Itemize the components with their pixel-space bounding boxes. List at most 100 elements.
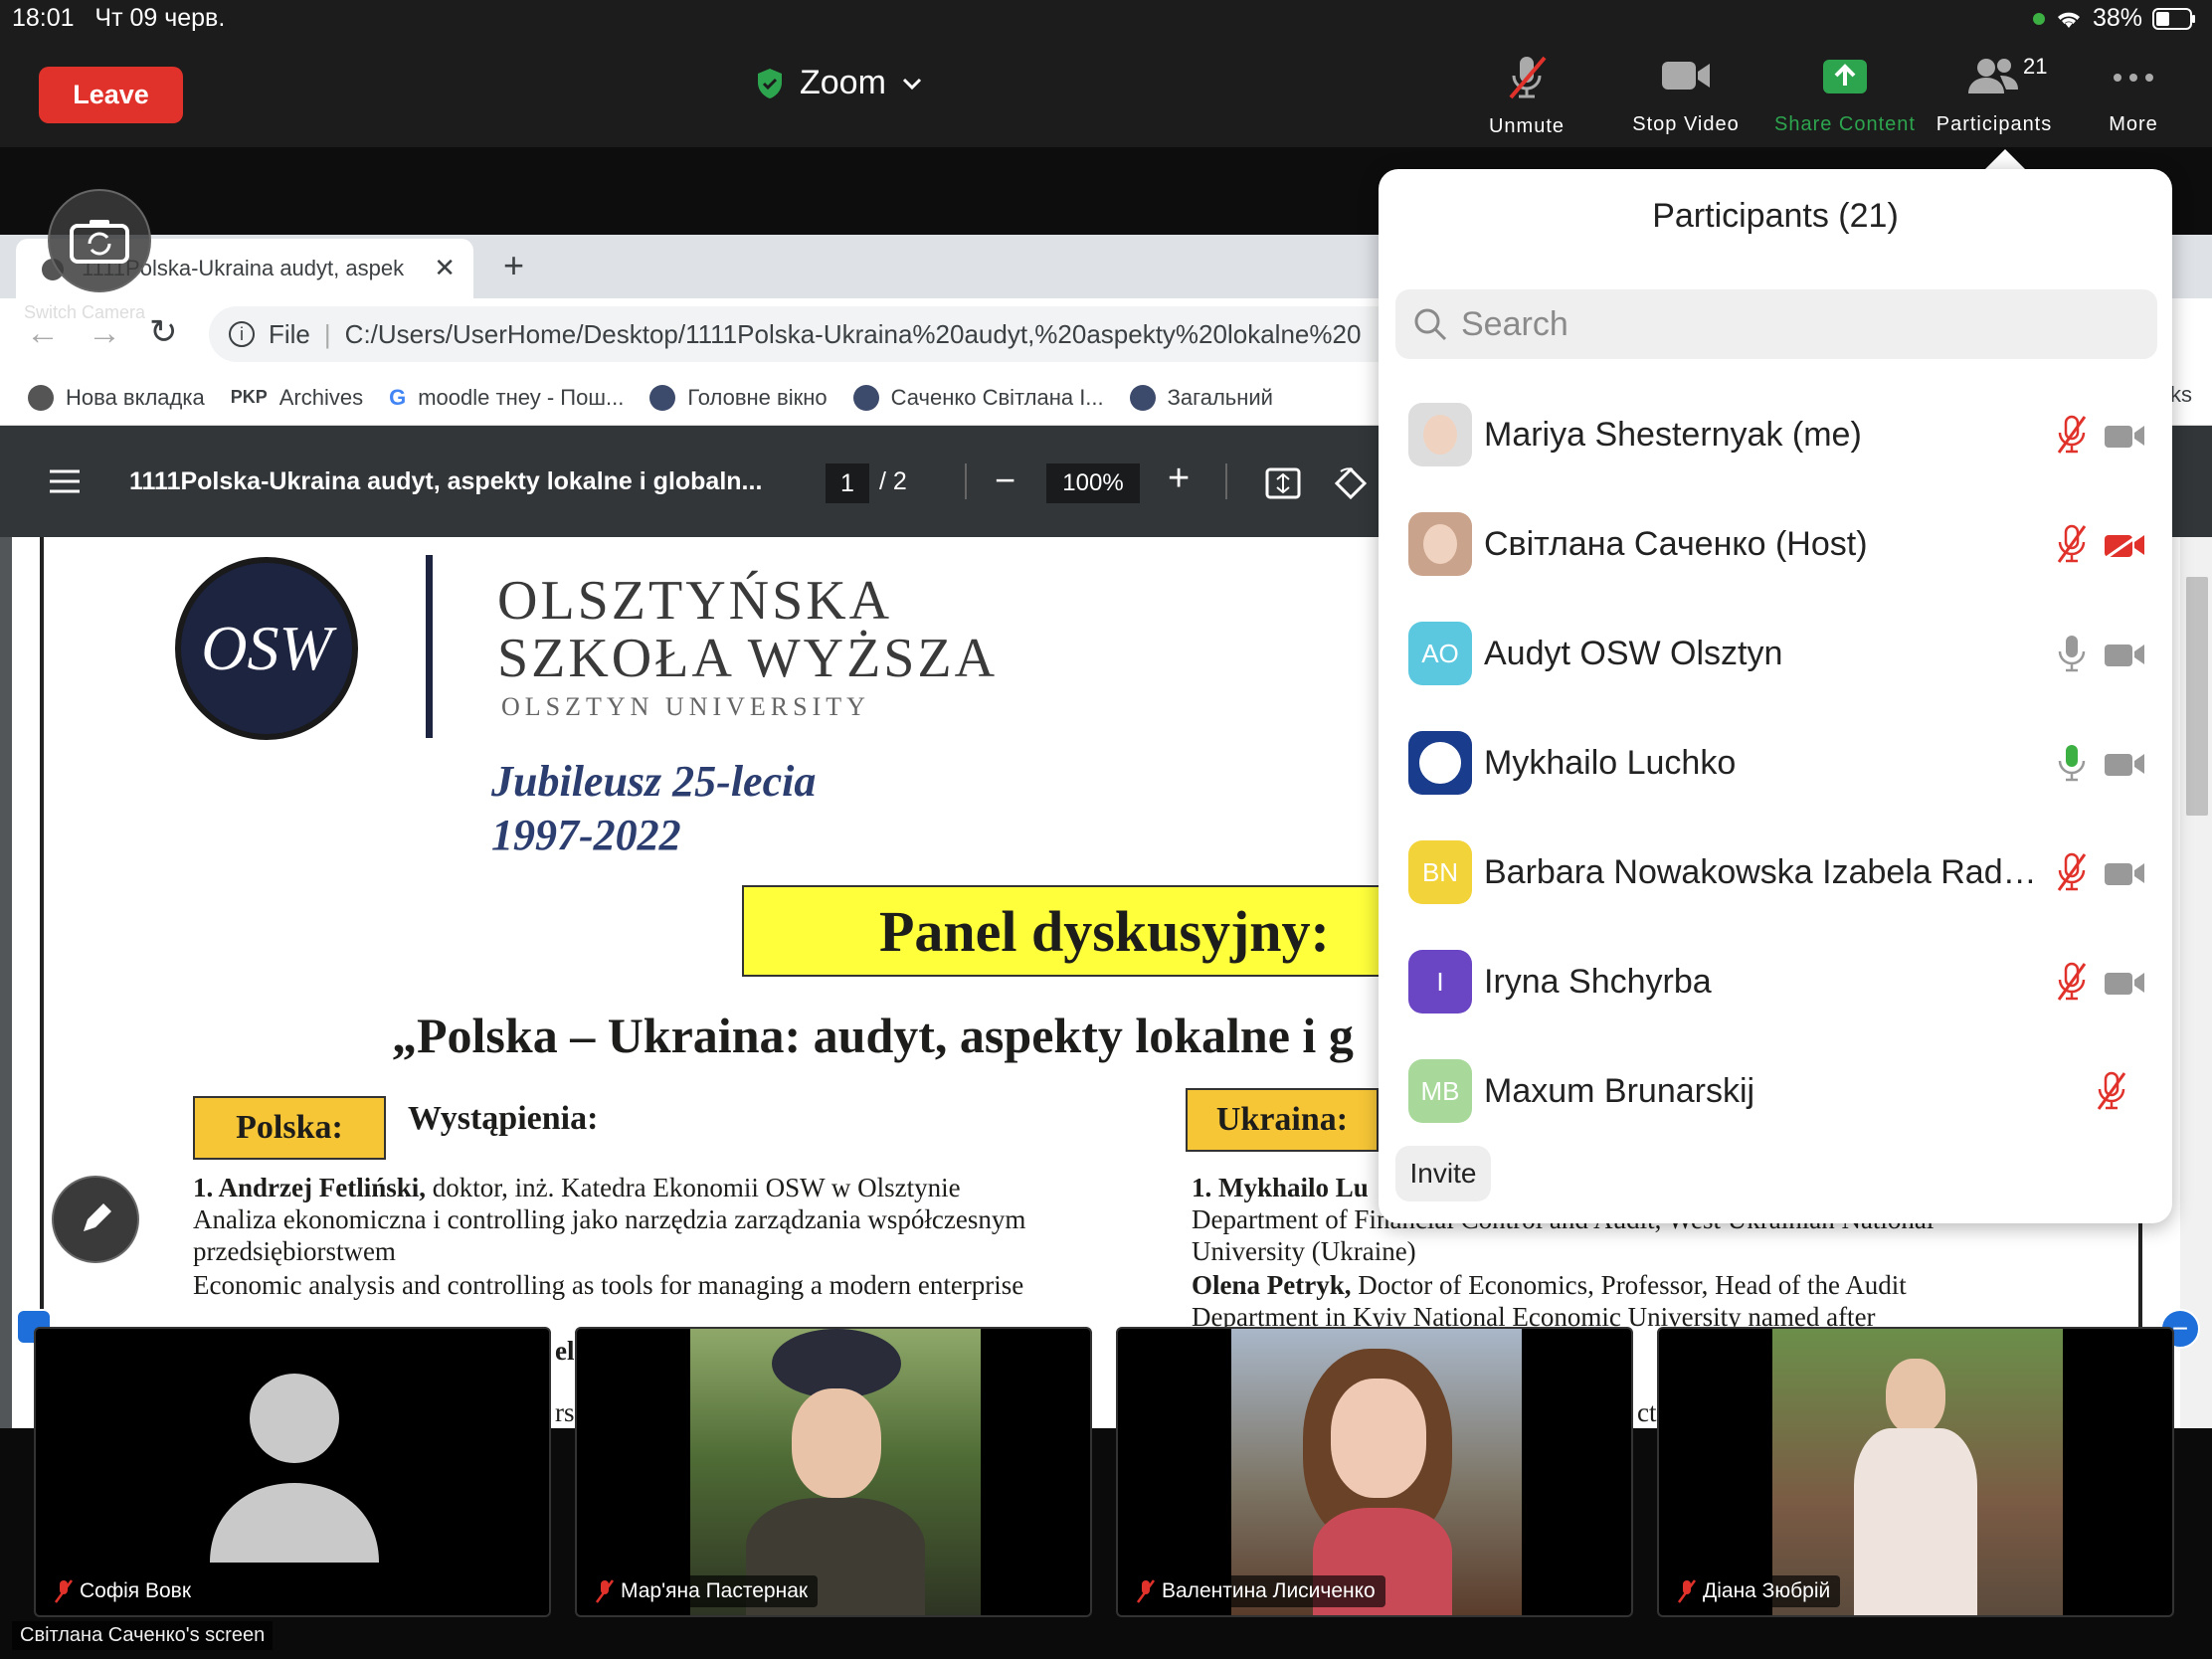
mic-muted-icon[interactable] bbox=[2095, 1071, 2128, 1111]
pl-speaker-1-affil: doktor, inż. Katedra Ekonomii OSW w Olsz… bbox=[426, 1173, 961, 1202]
pl-speaker-1-name: 1. Andrzej Fetliński, bbox=[193, 1173, 426, 1202]
bookmark-archives[interactable]: PKP Archives bbox=[231, 385, 363, 411]
invite-button[interactable]: Invite bbox=[1395, 1146, 1491, 1201]
video-tile[interactable]: Валентина Лисиченко bbox=[1116, 1327, 1633, 1617]
osw-logo-text: OSW bbox=[201, 613, 332, 683]
participant-avatar: I bbox=[1408, 950, 1472, 1014]
mic-muted-icon[interactable] bbox=[2055, 962, 2089, 1002]
participant-avatar: BN bbox=[1408, 840, 1472, 904]
more-dots-icon bbox=[2110, 54, 2157, 97]
participant-name: Mariya Shesternyak (me) bbox=[1484, 416, 1862, 454]
video-camera-icon[interactable] bbox=[2103, 967, 2146, 999]
video-tile[interactable]: Мар'яна Пастернак bbox=[575, 1327, 1092, 1617]
bookmark-label: Загальний bbox=[1167, 384, 1273, 410]
uni-name-line2: SZKOŁA WYŻSZA bbox=[497, 628, 999, 689]
video-camera-icon[interactable] bbox=[2103, 857, 2146, 889]
bookmark-new-tab[interactable]: Нова вкладка bbox=[28, 384, 205, 411]
zoom-level-input[interactable]: 100% bbox=[1046, 463, 1140, 503]
zoom-out-icon[interactable]: − bbox=[995, 460, 1015, 501]
mic-muted-icon[interactable] bbox=[2055, 852, 2089, 892]
participants-search-input[interactable]: Search bbox=[1395, 289, 2157, 359]
annotate-button[interactable] bbox=[52, 1176, 139, 1263]
zoom-in-icon[interactable]: + bbox=[1168, 458, 1190, 500]
mic-muted-icon[interactable] bbox=[2055, 524, 2089, 564]
logo-divider bbox=[426, 555, 433, 738]
page-number-input[interactable]: 1 bbox=[826, 463, 869, 503]
shield-check-icon bbox=[756, 68, 784, 99]
google-icon: G bbox=[389, 384, 407, 410]
reload-icon[interactable]: ↻ bbox=[149, 312, 178, 352]
participant-name: Barbara Nowakowska Izabela Rade... bbox=[1484, 853, 2041, 891]
video-camera-icon bbox=[1660, 54, 1712, 97]
participant-name: Світлана Саченко (Host) bbox=[1484, 525, 1868, 563]
video-camera-icon[interactable] bbox=[2103, 420, 2146, 452]
participant-face bbox=[1886, 1359, 1945, 1434]
close-tab-icon[interactable]: ✕ bbox=[434, 253, 456, 283]
ukraina-label: Ukraina: bbox=[1186, 1088, 1379, 1152]
switch-camera-label: Switch Camera bbox=[24, 302, 146, 322]
panel-subtitle: „Polska – Ukraina: audyt, aspekty lokaln… bbox=[392, 1008, 1354, 1063]
mic-muted-icon bbox=[595, 1579, 615, 1609]
mic-icon[interactable] bbox=[2055, 634, 2089, 673]
rotate-icon[interactable] bbox=[1333, 465, 1369, 506]
wystapienia-heading: Wystąpienia: bbox=[408, 1100, 599, 1137]
video-tile[interactable]: Діана Зюбрій bbox=[1657, 1327, 2174, 1617]
bookmark-moodle[interactable]: Gmoodle тнеу - Пош... bbox=[389, 385, 624, 411]
video-camera-icon[interactable] bbox=[2103, 639, 2146, 670]
ua-speaker-2-affil: Doctor of Economics, Professor, Head of … bbox=[1351, 1270, 1907, 1300]
ua-line-3: University (Ukraine) bbox=[1192, 1236, 1416, 1266]
camera-indicator-icon bbox=[2032, 12, 2045, 25]
bookmark-general[interactable]: Загальний bbox=[1129, 384, 1273, 411]
bookmark-sachenko[interactable]: Саченко Світлана І... bbox=[852, 384, 1104, 411]
panel-heading: Panel dyskusyjny: bbox=[742, 885, 1438, 977]
ua-speaker-2-name: Olena Petryk, bbox=[1192, 1270, 1352, 1300]
tile-name: Мар'яна Пастернак bbox=[587, 1575, 819, 1609]
participants-count-badge: 21 bbox=[2023, 54, 2048, 79]
camera-switch-icon bbox=[68, 216, 131, 266]
pencil-icon bbox=[76, 1199, 115, 1239]
new-tab-icon[interactable]: + bbox=[503, 245, 524, 286]
search-icon bbox=[1413, 307, 1447, 341]
info-icon: i bbox=[229, 321, 255, 347]
polska-label: Polska: bbox=[193, 1096, 386, 1160]
uni-name-line1: OLSZTYŃSKA bbox=[497, 570, 893, 632]
participant-name: Mykhailo Luchko bbox=[1484, 744, 1737, 782]
switch-camera-button[interactable] bbox=[48, 189, 151, 292]
stop-video-button[interactable]: Stop Video bbox=[1611, 54, 1760, 136]
share-content-button[interactable]: Share Content bbox=[1770, 54, 1920, 136]
meeting-title-text: Zoom bbox=[800, 64, 886, 101]
video-camera-icon[interactable] bbox=[2103, 748, 2146, 780]
unmute-button[interactable]: Unmute bbox=[1452, 54, 1601, 138]
jubilee-line2: 1997-2022 bbox=[491, 811, 681, 859]
url-scheme-label: File bbox=[269, 318, 310, 349]
video-tile[interactable]: Софія Вовк bbox=[34, 1327, 551, 1617]
pl-speaker-1: 1. Andrzej Fetliński, doktor, inż. Kated… bbox=[193, 1172, 961, 1203]
participant-avatar bbox=[1408, 731, 1472, 795]
tile-name: Валентина Лисиченко bbox=[1128, 1575, 1385, 1607]
participant-name: Maxum Brunarskij bbox=[1484, 1072, 1755, 1110]
mic-muted-icon bbox=[1136, 1579, 1156, 1609]
menu-icon[interactable] bbox=[48, 467, 82, 500]
bookmarks-overflow[interactable]: ks bbox=[2170, 382, 2192, 408]
participant-dress bbox=[1854, 1428, 1977, 1615]
fit-page-icon[interactable] bbox=[1265, 467, 1301, 504]
leave-button[interactable]: Leave bbox=[39, 67, 183, 123]
bookmark-main-window[interactable]: Головне вікно bbox=[649, 384, 828, 411]
pdf-scrollbar-thumb[interactable] bbox=[2186, 577, 2208, 816]
jubilee-line1: Jubileusz 25-lecia bbox=[491, 757, 817, 806]
video-off-icon[interactable] bbox=[2103, 529, 2146, 561]
avatar-placeholder-icon bbox=[210, 1374, 379, 1563]
mic-icon[interactable] bbox=[2055, 743, 2089, 783]
avatar-photo bbox=[1415, 738, 1465, 788]
pl-fragment-1: el bbox=[555, 1336, 575, 1366]
status-bar-right: 38% bbox=[2032, 4, 2196, 33]
participants-title: Participants (21) bbox=[1652, 197, 1899, 235]
osw-logo: OSW bbox=[175, 557, 358, 740]
uni-name-line3: OLSZTYN UNIVERSITY bbox=[501, 692, 870, 721]
participant-face bbox=[792, 1388, 881, 1498]
meeting-title[interactable]: Zoom bbox=[756, 64, 922, 102]
more-button[interactable]: More bbox=[2059, 54, 2208, 136]
mic-muted-icon[interactable] bbox=[2055, 415, 2089, 455]
avatar-photo bbox=[1423, 415, 1457, 455]
pl-fragment-2: rs bbox=[555, 1397, 575, 1427]
